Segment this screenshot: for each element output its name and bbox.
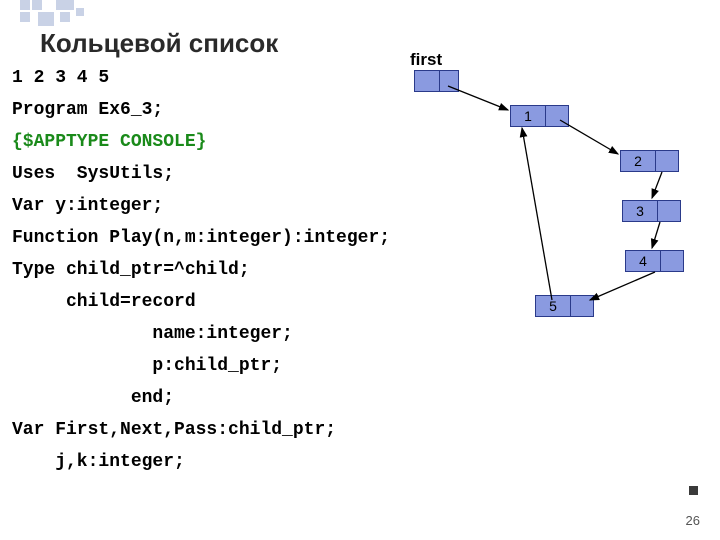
node-5: 5 (535, 295, 594, 317)
node-4: 4 (625, 250, 684, 272)
bullet-marker (689, 486, 698, 495)
first-label: first (410, 50, 442, 70)
page-title: Кольцевой список (40, 28, 278, 59)
node-1: 1 (510, 105, 569, 127)
node-value: 3 (623, 201, 658, 221)
node-value: 2 (621, 151, 656, 171)
node-2: 2 (620, 150, 679, 172)
page-number: 26 (686, 513, 700, 528)
node-value: 1 (511, 106, 546, 126)
node-value: 4 (626, 251, 661, 271)
linked-list-diagram: first 1 2 3 4 5 (400, 50, 710, 350)
node-value: 5 (536, 296, 571, 316)
code-block: 1 2 3 4 5Program Ex6_3;{$APPTYPE CONSOLE… (12, 62, 390, 478)
first-pointer-box (414, 70, 459, 92)
node-3: 3 (622, 200, 681, 222)
